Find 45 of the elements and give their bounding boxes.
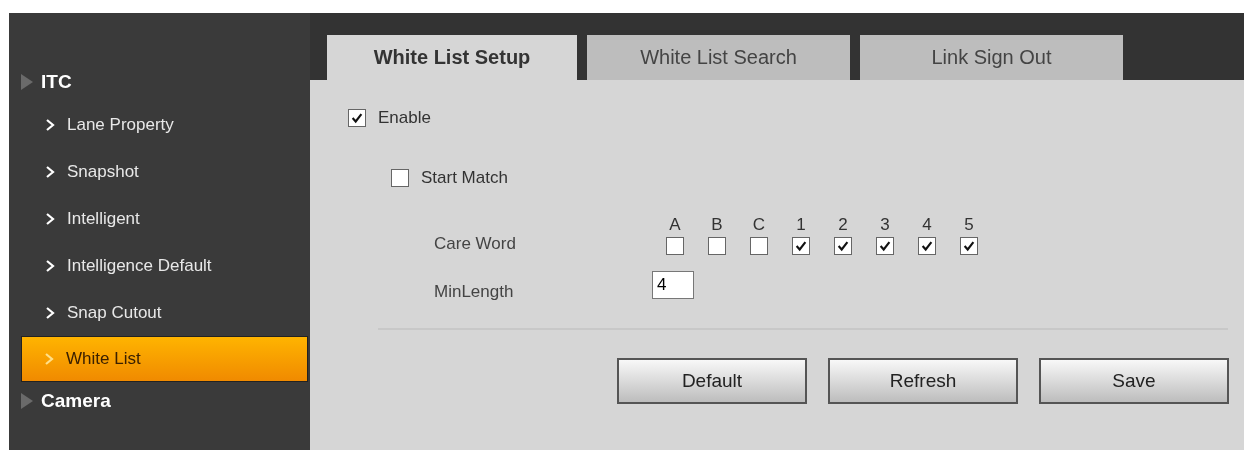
checkbox[interactable]: [391, 169, 409, 187]
chevron-icon: [45, 164, 55, 179]
field-label: Care Word: [434, 234, 517, 255]
chevron-icon: [45, 117, 55, 132]
tab[interactable]: White List Search: [587, 35, 850, 80]
triangle-icon: [21, 74, 33, 90]
chevron-icon: [45, 305, 55, 320]
tab[interactable]: White List Setup: [327, 35, 577, 80]
input-field[interactable]: 4: [652, 271, 694, 299]
option-label: 3: [880, 215, 890, 235]
checkbox[interactable]: [666, 237, 684, 255]
option-label: B: [711, 215, 723, 235]
option-label: 4: [922, 215, 932, 235]
checkbox[interactable]: [876, 237, 894, 255]
chevron-icon: [45, 211, 55, 226]
tab[interactable]: Link Sign Out: [860, 35, 1123, 80]
action-button[interactable]: Save: [1039, 358, 1229, 404]
action-button[interactable]: Default: [617, 358, 807, 404]
checkbox-label: Start Match: [421, 168, 508, 188]
sidebar-item[interactable]: White List: [21, 336, 308, 382]
chevron-icon: [45, 258, 55, 273]
sidebar-item[interactable]: Intelligent: [9, 195, 310, 242]
sidebar-item[interactable]: Snapshot: [9, 148, 310, 195]
action-button[interactable]: Refresh: [828, 358, 1018, 404]
menu-group[interactable]: ITC: [41, 71, 72, 93]
sidebar-item[interactable]: Snap Cutout: [9, 289, 310, 336]
option-label: 2: [838, 215, 848, 235]
chevron-icon: [44, 352, 54, 366]
sidebar-item[interactable]: Intelligence Default: [9, 242, 310, 289]
checkbox[interactable]: [918, 237, 936, 255]
checkbox[interactable]: [834, 237, 852, 255]
checkbox[interactable]: [792, 237, 810, 255]
checkbox[interactable]: [708, 237, 726, 255]
field-label: MinLength: [434, 281, 515, 302]
option-label: 1: [796, 215, 806, 235]
checkbox-label: Enable: [378, 108, 431, 128]
triangle-icon: [21, 393, 33, 409]
checkbox[interactable]: [960, 237, 978, 255]
sidebar-item[interactable]: Lane Property: [9, 101, 310, 148]
checkbox[interactable]: [348, 109, 366, 127]
checkbox[interactable]: [750, 237, 768, 255]
option-label: C: [752, 215, 766, 235]
menu-group[interactable]: Camera: [41, 390, 111, 412]
option-label: 5: [964, 215, 974, 235]
option-label: A: [669, 215, 681, 235]
